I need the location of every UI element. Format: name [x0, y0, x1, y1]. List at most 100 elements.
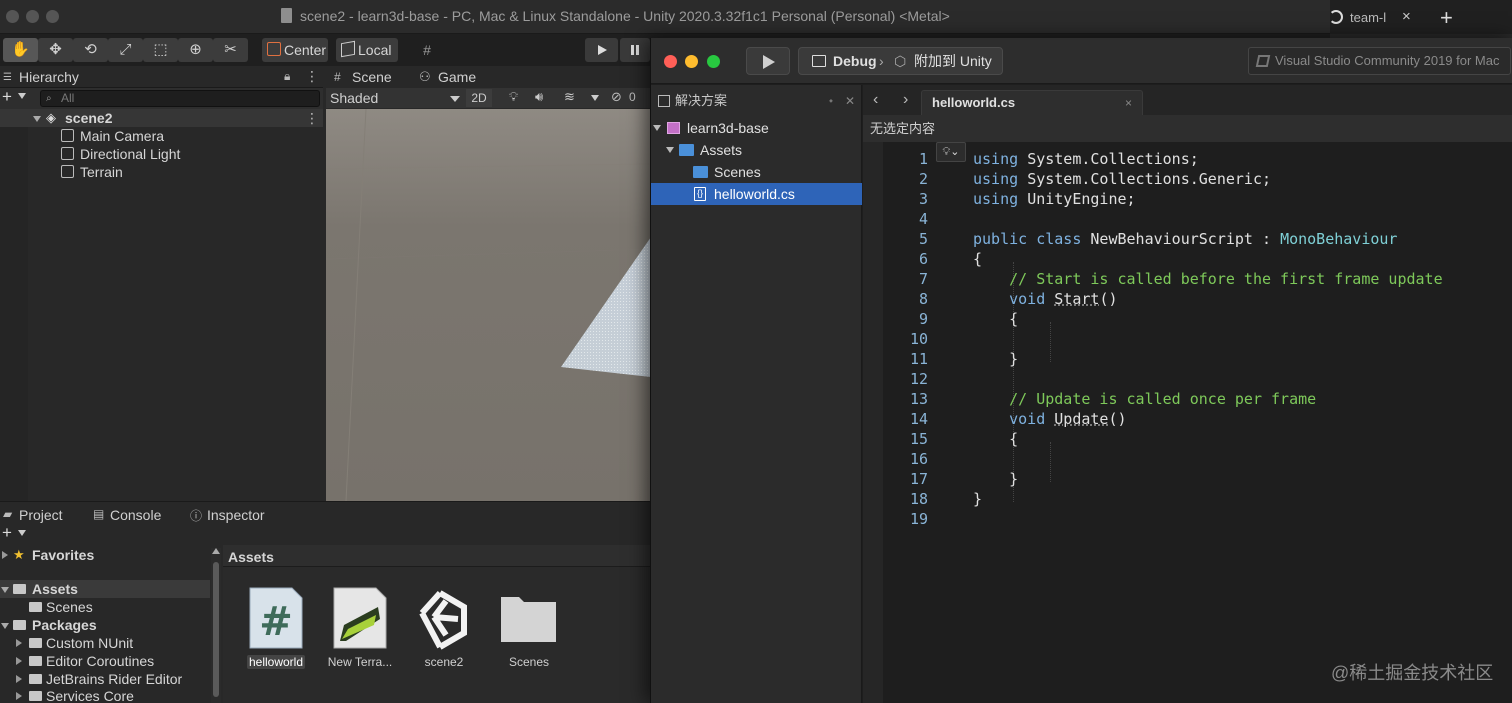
hierarchy-item[interactable]: Terrain — [0, 163, 323, 181]
code-line[interactable]: { — [973, 309, 1018, 329]
collapse-icon[interactable] — [653, 125, 661, 131]
tree-item-package[interactable]: Editor Coroutines — [0, 652, 210, 670]
play-button[interactable] — [585, 38, 618, 62]
minimize-window-button[interactable] — [26, 10, 39, 23]
tree-item-package[interactable]: Services Core — [0, 687, 210, 703]
asset-helloworld[interactable]: # helloworld — [236, 585, 316, 675]
pin-icon[interactable]: ⬩ — [829, 85, 833, 117]
tab-console[interactable]: Console — [110, 507, 161, 523]
rect-tool-icon[interactable]: ⬚ — [143, 38, 178, 62]
hierarchy-item[interactable]: Directional Light — [0, 145, 323, 163]
tree-item-package[interactable]: Custom NUnit — [0, 634, 210, 652]
code-line[interactable]: { — [973, 429, 1018, 449]
code-line[interactable]: using System.Collections; — [973, 149, 1199, 169]
breadcrumb[interactable]: 无选定内容 — [863, 115, 1512, 142]
code-line[interactable]: public class NewBehaviourScript : MonoBe… — [973, 229, 1397, 249]
hierarchy-tab[interactable]: Hierarchy — [19, 69, 79, 85]
expand-icon[interactable] — [16, 692, 22, 700]
add-icon[interactable]: + — [2, 523, 12, 543]
pause-button[interactable] — [620, 38, 650, 62]
code-line[interactable]: using System.Collections.Generic; — [973, 169, 1271, 189]
code-line[interactable]: void Start() — [973, 289, 1117, 309]
shading-mode-dropdown[interactable]: Shaded — [330, 89, 460, 107]
more-options-icon[interactable]: ⋮ — [305, 68, 319, 85]
zoom-window-button[interactable] — [46, 10, 59, 23]
code-line[interactable]: } — [973, 469, 1018, 489]
asset-new-terrain[interactable]: New Terra... — [320, 585, 400, 675]
collapse-icon[interactable] — [1, 587, 9, 593]
file-tab-helloworld[interactable]: helloworld.cs × — [921, 90, 1143, 115]
expand-icon[interactable] — [16, 657, 22, 665]
forward-arrow-icon[interactable]: › — [903, 91, 908, 109]
lightbulb-quick-action-icon[interactable]: 💡︎⌄ — [936, 142, 966, 162]
scene-options-icon[interactable]: ⋮ — [305, 109, 319, 127]
close-tab-icon[interactable]: × — [1402, 8, 1411, 25]
back-arrow-icon[interactable]: ‹ — [873, 91, 878, 109]
close-window-button[interactable] — [6, 10, 19, 23]
project-tree-scrollbar[interactable] — [211, 548, 221, 703]
vs-run-button[interactable] — [746, 47, 790, 75]
transform-tool-icon[interactable]: ⊕ — [178, 38, 213, 62]
close-icon[interactable]: × — [1125, 91, 1132, 115]
add-icon[interactable]: + — [2, 87, 12, 107]
code-line[interactable]: // Update is called once per frame — [973, 389, 1316, 409]
code-line[interactable]: { — [973, 249, 982, 269]
vs-minimize-button[interactable] — [685, 55, 698, 68]
hidden-objects-icon[interactable]: ⊘ — [611, 89, 622, 105]
hierarchy-search-input[interactable]: ⌕ All — [40, 90, 320, 107]
tree-item-favorites[interactable]: ★ Favorites — [0, 546, 210, 564]
collapse-icon[interactable] — [666, 147, 674, 153]
vs-run-configuration[interactable]: Debug › ⬡ 附加到 Unity — [798, 47, 1003, 75]
tab-game[interactable]: Game — [438, 69, 476, 85]
scale-tool-icon[interactable]: ⤢ — [108, 38, 143, 62]
code-line[interactable]: } — [973, 489, 982, 509]
tab-inspector[interactable]: Inspector — [207, 507, 265, 523]
tab-project[interactable]: Project — [19, 507, 63, 523]
expand-icon[interactable] — [33, 116, 41, 122]
solution-item-scenes[interactable]: Scenes — [651, 161, 862, 183]
scene-viewport[interactable] — [326, 109, 651, 501]
expand-icon[interactable] — [16, 675, 22, 683]
pivot-center-button[interactable]: Center — [262, 38, 328, 62]
tree-item-scenes[interactable]: Scenes — [0, 598, 210, 616]
audio-icon[interactable]: 🔊︎ — [535, 89, 543, 105]
pivot-local-button[interactable]: Local — [336, 38, 398, 62]
hierarchy-scene-row[interactable]: ◈ scene2 ⋮ — [0, 109, 323, 127]
rotate-tool-icon[interactable]: ⟲ — [73, 38, 108, 62]
scroll-up-icon[interactable] — [212, 548, 220, 554]
expand-icon[interactable] — [16, 639, 22, 647]
solution-item-assets[interactable]: Assets — [651, 139, 862, 161]
grid-snap-icon[interactable]: # — [410, 38, 444, 62]
hand-tool-icon[interactable]: ✋ — [3, 38, 38, 62]
code-line[interactable]: } — [973, 349, 1018, 369]
effects-icon[interactable]: ≋ — [564, 89, 575, 105]
solution-item-project[interactable]: learn3d-base — [651, 117, 862, 139]
code-line[interactable]: using UnityEngine; — [973, 189, 1136, 209]
asset-scenes-folder[interactable]: Scenes — [489, 585, 569, 675]
close-panel-icon[interactable]: ✕ — [845, 85, 855, 117]
tree-item-assets[interactable]: Assets — [0, 580, 210, 598]
custom-tool-icon[interactable]: ✂ — [213, 38, 248, 62]
scrollbar-thumb[interactable] — [213, 562, 219, 697]
tree-item-package[interactable]: JetBrains Rider Editor — [0, 670, 210, 688]
vs-zoom-button[interactable] — [707, 55, 720, 68]
code-line[interactable]: // Start is called before the first fram… — [973, 269, 1442, 289]
2d-toggle-button[interactable]: 2D — [466, 89, 492, 107]
code-line[interactable]: void Update() — [973, 409, 1126, 429]
move-tool-icon[interactable]: ✥ — [38, 38, 73, 62]
lock-icon[interactable]: 🔒︎ — [284, 69, 290, 84]
solution-item-helloworld[interactable]: {} helloworld.cs — [651, 183, 862, 205]
lighting-icon[interactable]: 💡︎ — [509, 89, 518, 105]
tree-item-packages[interactable]: Packages — [0, 616, 210, 634]
collapse-icon[interactable] — [1, 623, 9, 629]
add-dropdown-icon[interactable] — [18, 530, 26, 536]
new-tab-icon[interactable]: + — [1440, 5, 1453, 31]
add-dropdown-icon[interactable] — [18, 93, 26, 99]
effects-dropdown-icon[interactable] — [591, 95, 599, 101]
vs-close-button[interactable] — [664, 55, 677, 68]
code-editor[interactable]: 💡︎⌄ 1 using System.Collections; 2 using Sys… — [863, 142, 1512, 703]
tab-scene[interactable]: Scene — [352, 69, 392, 85]
browser-tab[interactable]: team-l × + — [1330, 0, 1512, 34]
asset-scene2[interactable]: scene2 — [404, 585, 484, 675]
hierarchy-item[interactable]: Main Camera — [0, 127, 323, 145]
